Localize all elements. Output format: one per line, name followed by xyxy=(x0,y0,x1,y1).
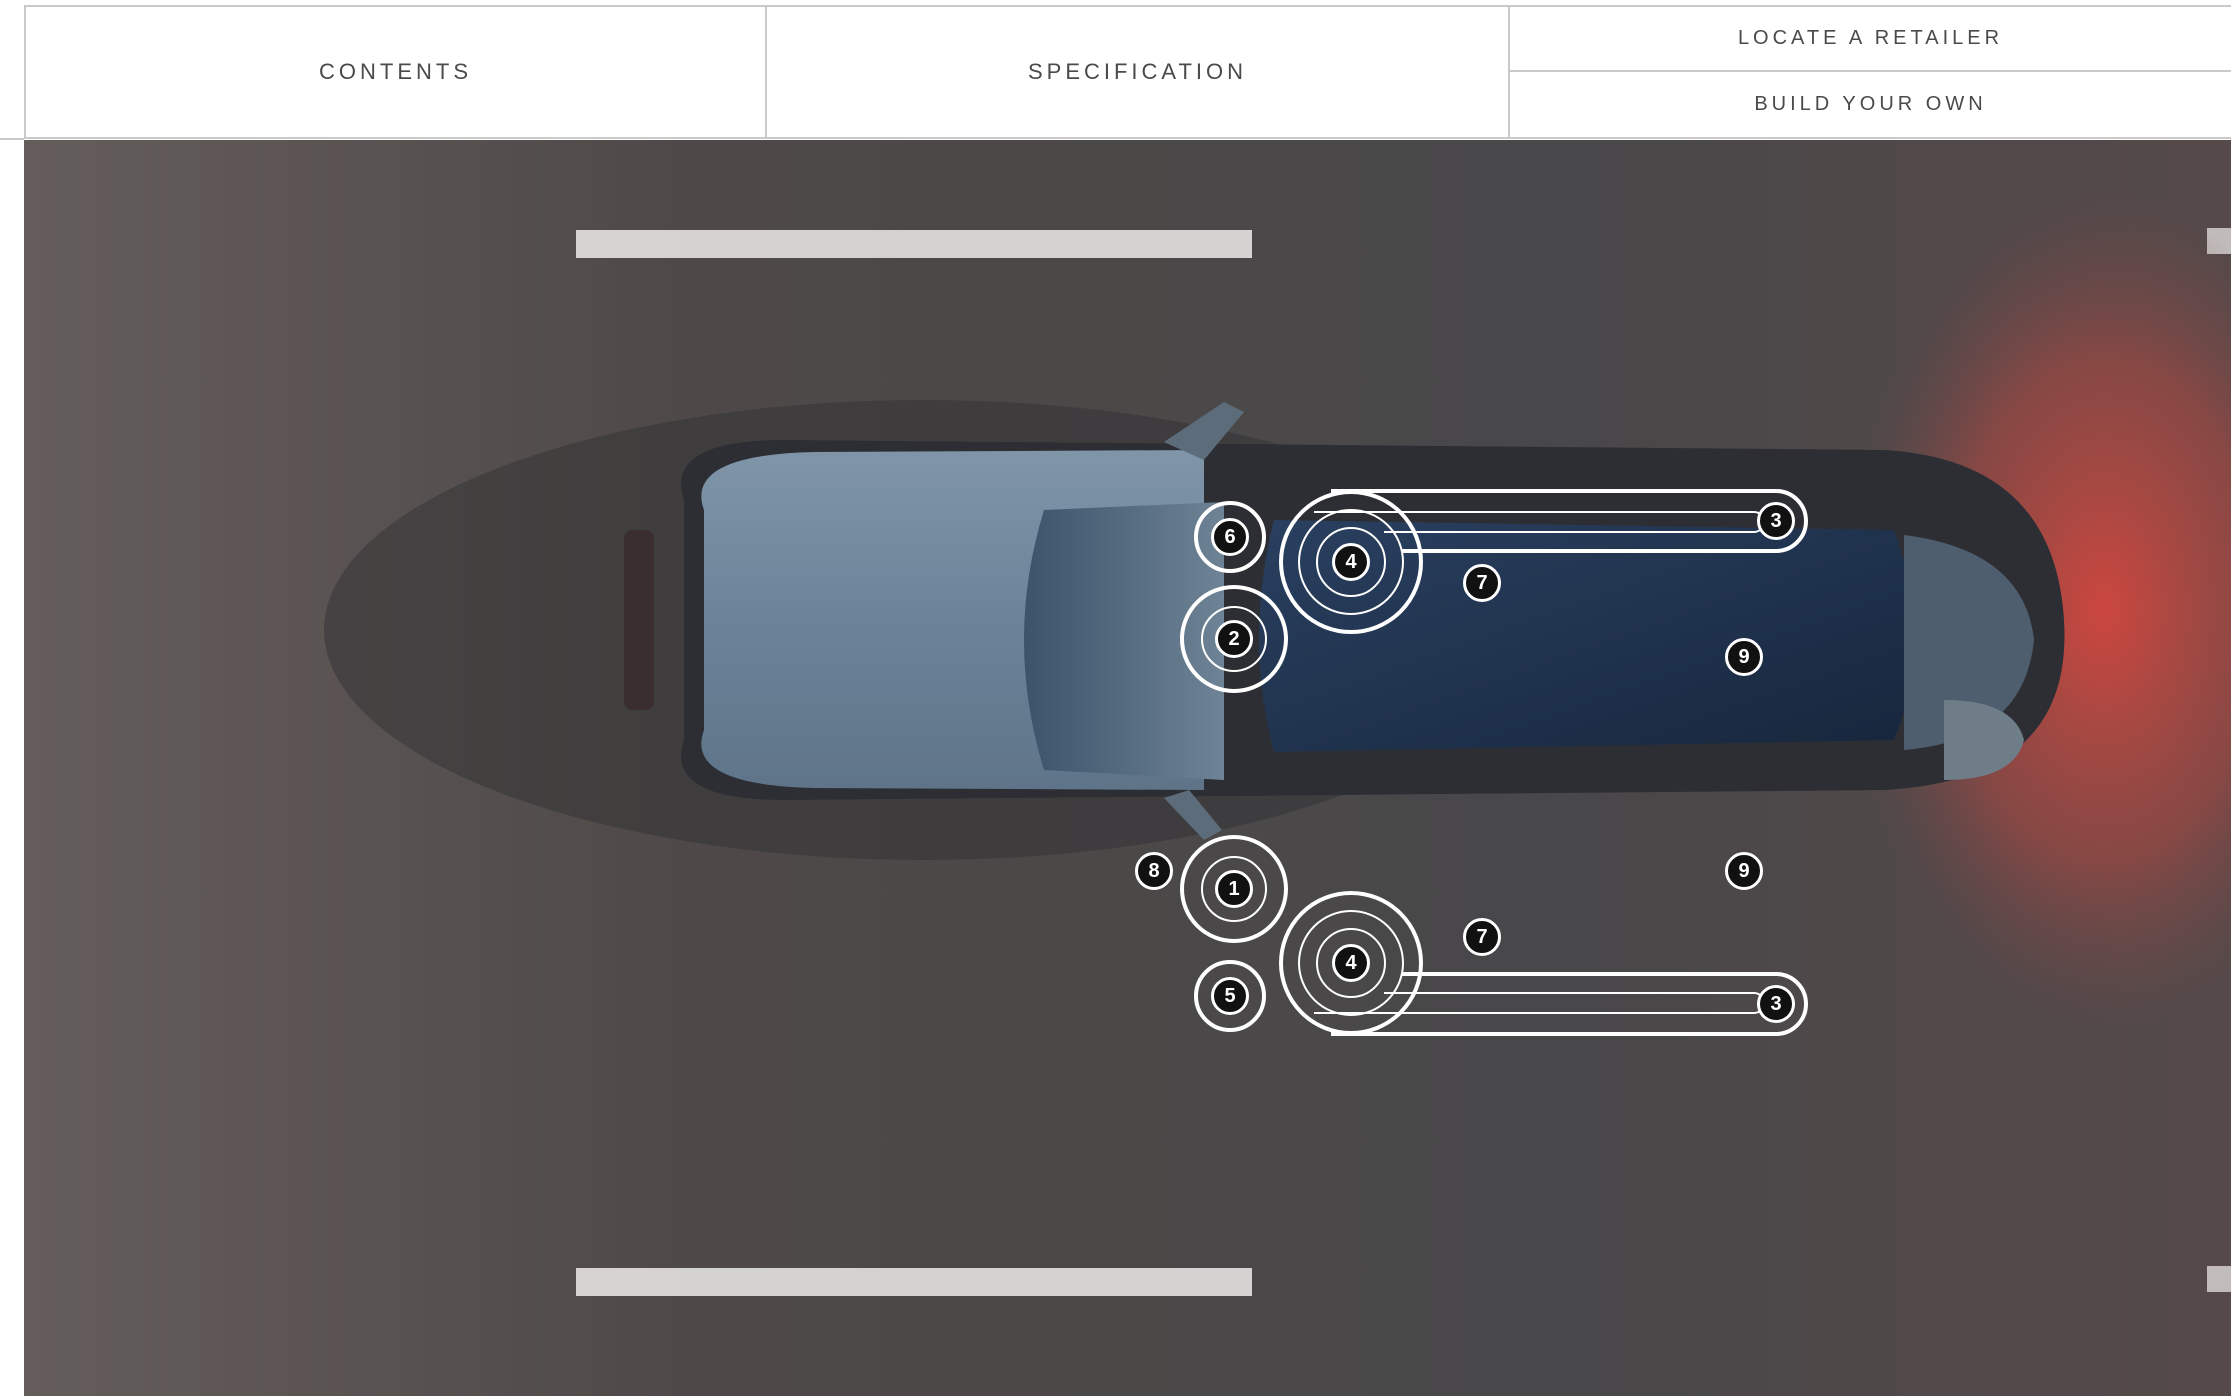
nav-build-your-own[interactable]: BUILD YOUR OWN xyxy=(1510,72,2231,137)
hotspot-6-label: 6 xyxy=(1224,525,1236,548)
hotspot-7-lower[interactable]: 7 xyxy=(1463,918,1501,956)
vehicle-top-view-illustration xyxy=(24,140,2231,1396)
hotspot-3-upper-label: 3 xyxy=(1770,509,1782,532)
hotspot-3-upper[interactable]: 3 xyxy=(1757,502,1795,540)
hotspot-4-lower[interactable]: 4 xyxy=(1332,944,1370,982)
hotspot-1-label: 1 xyxy=(1228,877,1240,900)
lane-marking-top xyxy=(576,230,1252,258)
nav-contents[interactable]: CONTENTS xyxy=(24,7,767,137)
top-navigation: CONTENTS SPECIFICATION LOCATE A RETAILER… xyxy=(24,5,2231,139)
left-divider xyxy=(0,138,24,140)
hotspot-7-lower-label: 7 xyxy=(1476,925,1488,948)
nav-build-your-own-label: BUILD YOUR OWN xyxy=(1754,93,1987,115)
lane-marking-bottom xyxy=(576,1268,1252,1296)
nav-specification[interactable]: SPECIFICATION xyxy=(767,7,1510,137)
hotspot-8[interactable]: 8 xyxy=(1135,852,1173,890)
hotspot-3-lower-label: 3 xyxy=(1770,992,1782,1015)
hotspot-5-label: 5 xyxy=(1224,984,1236,1007)
nav-locate-retailer-label: LOCATE A RETAILER xyxy=(1737,27,2004,49)
hotspot-4-upper[interactable]: 4 xyxy=(1332,543,1370,581)
hotspot-7-upper-label: 7 xyxy=(1476,571,1488,594)
hotspot-3-lower[interactable]: 3 xyxy=(1757,985,1795,1023)
hotspot-9-upper[interactable]: 9 xyxy=(1725,638,1763,676)
hotspot-7-upper[interactable]: 7 xyxy=(1463,564,1501,602)
hotspot-8-label: 8 xyxy=(1148,859,1160,882)
hotspot-9-upper-label: 9 xyxy=(1738,645,1750,668)
vehicle-feature-image: 6 2 4 3 7 9 8 1 9 7 4 5 3 xyxy=(24,140,2231,1396)
hotspot-2-label: 2 xyxy=(1228,627,1240,650)
hotspot-4-upper-label: 4 xyxy=(1345,550,1357,573)
hotspot-6[interactable]: 6 xyxy=(1211,518,1249,556)
hotspot-5[interactable]: 5 xyxy=(1211,977,1249,1015)
nav-specification-label: SPECIFICATION xyxy=(1027,59,1248,84)
hotspot-2[interactable]: 2 xyxy=(1215,620,1253,658)
nav-locate-retailer[interactable]: LOCATE A RETAILER xyxy=(1510,7,2231,72)
nav-contents-label: CONTENTS xyxy=(319,59,472,84)
car-body xyxy=(624,402,2065,840)
hotspot-9-lower-label: 9 xyxy=(1738,859,1750,882)
hotspot-9-lower[interactable]: 9 xyxy=(1725,852,1763,890)
hotspot-4-lower-label: 4 xyxy=(1345,951,1357,974)
hotspot-1[interactable]: 1 xyxy=(1215,870,1253,908)
